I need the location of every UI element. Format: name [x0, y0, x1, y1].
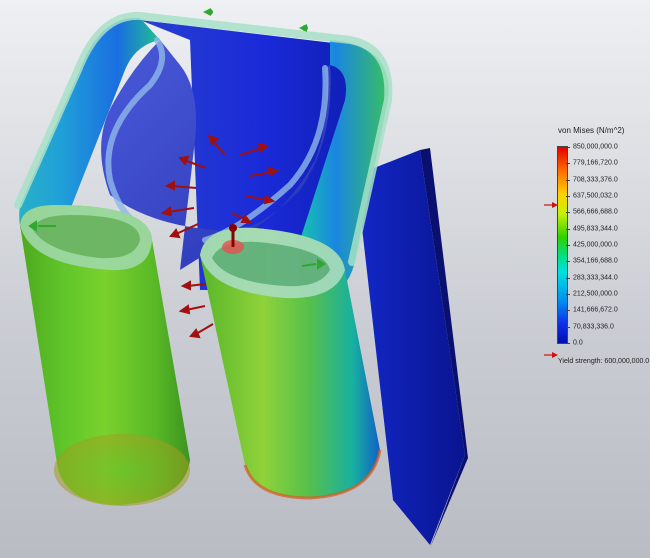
- legend-tick-mark: [566, 147, 570, 148]
- legend-tick-label: 0.0: [573, 339, 583, 347]
- load-arrow-icon: [189, 323, 214, 339]
- legend-tick-label: 70,833,336.0: [573, 323, 614, 331]
- tail-strip: [356, 150, 465, 545]
- legend-tick-label: 708,333,376.0: [573, 176, 618, 184]
- legend-title: von Mises (N/m^2): [558, 126, 625, 135]
- legend-tick-label: 354,166,688.0: [573, 257, 618, 265]
- legend-tick-mark: [566, 277, 570, 279]
- load-arrow-icon: [178, 304, 206, 315]
- legend-tick-label: 495,833,344.0: [573, 225, 618, 233]
- legend-tick-label: 212,500,000.0: [573, 290, 618, 298]
- legend-tick-mark: [566, 294, 570, 295]
- legend-tick-mark: [566, 212, 570, 214]
- yield-strength-row: Yield strength: 600,000,000.0: [544, 350, 649, 368]
- stress-legend: von Mises (N/m^2) 850,000,000.0 779,166,7…: [520, 118, 649, 368]
- legend-tick-mark: [566, 228, 570, 230]
- legend-tick-mark: [566, 163, 570, 165]
- legend-tick-label: 637,500,032.0: [573, 192, 618, 200]
- legend-tick-label: 566,666,688.0: [573, 208, 618, 216]
- legend-tick-mark: [566, 196, 570, 197]
- legend-tick-mark: [566, 179, 570, 181]
- legend-tick-mark: [566, 261, 570, 263]
- legend-tick-mark: [566, 343, 570, 344]
- legend-tick-mark: [566, 310, 570, 312]
- legend-tick-label: 283,333,344.0: [573, 274, 618, 282]
- yield-marker-icon: [544, 201, 558, 208]
- legend-tick-label: 779,166,720.0: [573, 159, 618, 167]
- legend-tick-label: 141,666,672.0: [573, 306, 618, 314]
- yield-strength-label: Yield strength: 600,000,000.0: [558, 358, 650, 365]
- legend-tick-label: 425,000,000.0: [573, 241, 618, 249]
- legend-tick-mark: [566, 326, 570, 328]
- fixture-icon[interactable]: [203, 8, 213, 16]
- yield-arrow-icon: [544, 352, 558, 358]
- legend-tick-mark: [566, 245, 570, 246]
- legend-tick-label: 850,000,000.0: [573, 143, 618, 151]
- left-cylinder-bottom: [54, 434, 190, 506]
